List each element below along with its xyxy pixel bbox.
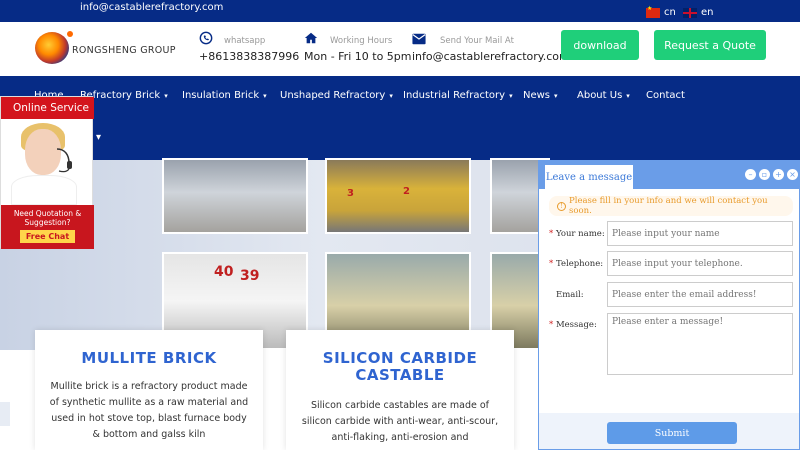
mail-label: Send Your Mail At [440,36,514,46]
nav-item-insulation-brick[interactable]: Insulation Brick ▾ [182,90,267,101]
request-quote-button[interactable]: Request a Quote [654,30,766,60]
email-input[interactable] [607,282,793,307]
submit-button[interactable]: Submit [607,422,737,444]
whatsapp-number[interactable]: +8613838387996 [199,50,299,63]
maximize-icon[interactable]: + [773,169,784,180]
nav-item-unshaped-refractory[interactable]: Unshaped Refractory ▾ [280,90,393,101]
widget-header: Leave a message – ▫ + × [539,161,799,189]
minimize-icon[interactable]: – [745,169,756,180]
card-title[interactable]: MULLITE BRICK [35,350,263,367]
mail-value[interactable]: info@castablerefractory.com [412,50,570,63]
banner-photo-factory [162,158,308,234]
online-service-widget[interactable]: Online Service Need Quotation & Suggesti… [0,96,94,249]
online-service-caption: Need Quotation & Suggestion? Free Chat [1,205,94,249]
card-description: Mullite brick is a refractory product ma… [49,381,249,440]
product-card-silicon-carbide-castable[interactable]: SILICON CARBIDE CASTABLE Silicon carbide… [286,330,514,450]
agent-body [11,175,77,205]
leave-message-widget: Leave a message – ▫ + × ! Please fill in… [538,160,800,450]
mail-icon [412,33,426,45]
banner-photo-hoppers: 3 2 [325,158,471,234]
nav-item-industrial-refractory[interactable]: Industrial Refractory ▾ [403,90,513,101]
product-card-mullite-brick[interactable]: MULLITE BRICK Mullite brick is a refract… [35,330,263,450]
message-textarea[interactable] [607,313,793,375]
info-icon: ! [557,201,566,211]
leave-message-tab[interactable]: Leave a message [545,165,633,189]
chevron-down-icon: ▾ [554,92,558,100]
lang-cn-link[interactable]: cn [646,5,676,18]
name-input[interactable] [607,221,793,246]
site-header: RONGSHENG GROUP whatsapp +8613838387996 … [0,22,800,76]
whatsapp-label: whatsapp [224,36,266,46]
chevron-down-icon: ▾ [389,92,393,100]
card-description: Silicon carbide castables are made of si… [301,400,499,443]
free-chat-button[interactable]: Free Chat [19,230,76,243]
restore-icon[interactable]: ▫ [759,169,770,180]
hours-label: Working Hours [330,36,393,46]
hours-value: Mon - Fri 10 to 5pm [304,50,412,63]
headset-icon [56,148,72,173]
nav-second-row-chevron-icon[interactable]: ▾ [96,132,101,143]
uk-flag-icon [683,7,697,18]
nav-item-contact[interactable]: Contact [646,90,685,101]
chevron-down-icon: ▾ [626,92,630,100]
chevron-down-icon: ▾ [263,92,267,100]
whatsapp-icon [199,31,213,45]
top-bar: info@castablerefractory.com cn en [0,0,800,22]
email-label: Email: [556,290,584,300]
close-icon[interactable]: × [787,169,798,180]
lang-en-link[interactable]: en [683,7,714,18]
topbar-email-link[interactable]: info@castablerefractory.com [80,2,223,13]
chevron-down-icon: ▾ [509,92,513,100]
name-label: * Your name: [549,229,605,239]
logo-globe-icon[interactable] [35,31,73,64]
online-service-title: Online Service [1,97,94,119]
telephone-input[interactable] [607,251,793,276]
card-title[interactable]: SILICON CARBIDE CASTABLE [286,350,514,384]
home-icon [304,32,318,44]
china-flag-icon [646,5,660,18]
nav-item-about-us[interactable]: About Us ▾ [577,90,630,101]
logo-text[interactable]: RONGSHENG GROUP [72,45,176,56]
nav-item-news[interactable]: News ▾ [523,90,558,101]
left-side-tab[interactable] [0,402,10,426]
chevron-down-icon: ▾ [164,92,168,100]
widget-notice: ! Please fill in your info and we will c… [549,196,793,216]
main-nav: Home Refractory Brick▾ Insulation Brick▾… [0,76,800,160]
download-button[interactable]: download [561,30,639,60]
message-label: * Message: [549,320,597,330]
telephone-label: * Telephone: [549,259,604,269]
